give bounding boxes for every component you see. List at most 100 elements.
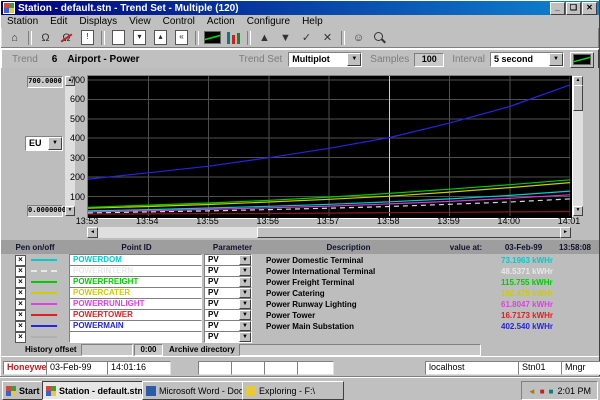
menu-edit[interactable]: Edit: [44, 16, 73, 27]
lower-icon[interactable]: ▼: [276, 30, 295, 46]
chevron-down-icon[interactable]: ▼: [239, 266, 251, 276]
page-down-icon[interactable]: ▾: [130, 30, 149, 46]
x-tick-label: 13:56: [251, 216, 285, 226]
menu-configure[interactable]: Configure: [241, 16, 296, 27]
point-id-field[interactable]: [69, 331, 202, 343]
y-tick-label: 600: [63, 94, 85, 104]
app-icon: [3, 2, 15, 14]
chevron-down-icon[interactable]: ▼: [239, 310, 251, 320]
station-tray-icon[interactable]: ■: [549, 387, 554, 396]
pen-checkbox[interactable]: ×: [15, 321, 26, 332]
archive-directory-label: Archive directory: [169, 345, 235, 354]
raise-icon[interactable]: ▲: [255, 30, 274, 46]
scroll-thumb[interactable]: [257, 227, 561, 238]
chevron-down-icon[interactable]: ▼: [239, 299, 251, 309]
pen-checkbox[interactable]: ×: [15, 266, 26, 277]
pen-color-sample: [31, 281, 57, 283]
taskbar-task-2[interactable]: Microsoft Word - Document5: [142, 381, 244, 400]
trend-display-icon[interactable]: [203, 30, 222, 46]
plot-h-scrollbar[interactable]: ◄ ►: [87, 227, 571, 238]
parameter-select[interactable]: PV▼: [204, 331, 252, 343]
chevron-down-icon[interactable]: ▼: [347, 53, 361, 66]
toolbar-separator: [101, 31, 105, 45]
menu-view[interactable]: View: [123, 16, 157, 27]
pen-table-row: ×POWERCATERPV▼Power Catering102.475 kWHr: [1, 287, 599, 298]
scale-max-field[interactable]: 700.0000: [27, 76, 63, 88]
interval-select[interactable]: 5 second ▼: [490, 52, 564, 67]
pen-checkbox[interactable]: ×: [15, 277, 26, 288]
status-time: 14:01:16: [107, 361, 171, 375]
point-description: Power Tower: [261, 311, 491, 320]
taskbar-task-3[interactable]: Exploring - F:\: [242, 381, 344, 400]
close-button[interactable]: ✕: [582, 2, 597, 15]
menu-help[interactable]: Help: [296, 16, 329, 27]
chevron-down-icon[interactable]: ▼: [239, 277, 251, 287]
trend-number: 6: [52, 54, 58, 65]
scroll-down-icon[interactable]: ▼: [65, 206, 75, 216]
status-role: Mngr: [561, 361, 600, 375]
chevron-down-icon[interactable]: ▼: [239, 255, 251, 265]
chevron-down-icon[interactable]: ▼: [549, 53, 563, 66]
volume-icon[interactable]: ◄: [528, 387, 536, 396]
page-up-icon[interactable]: ▴: [151, 30, 170, 46]
chevron-down-icon[interactable]: ▼: [239, 321, 251, 331]
alarm-tray-icon[interactable]: ■: [540, 387, 545, 396]
trend-plot[interactable]: [87, 75, 573, 219]
chevron-down-icon[interactable]: ▼: [239, 288, 251, 298]
y-tick-label: 400: [63, 133, 85, 143]
pen-table-header: Pen on/off Point ID Parameter Descriptio…: [1, 240, 599, 254]
pen-checkbox[interactable]: ×: [15, 288, 26, 299]
menu-action[interactable]: Action: [201, 16, 241, 27]
toolbar: ⌂ ΩΩ! ▾▴« ▲▼✓✕ ☺: [1, 28, 599, 48]
history-offset-value[interactable]: 0:00: [134, 344, 163, 356]
cancel-icon[interactable]: ✕: [318, 30, 337, 46]
menu-displays[interactable]: Displays: [73, 16, 123, 27]
schematic-icon[interactable]: ⌂: [5, 30, 24, 46]
task-icon: [146, 386, 156, 396]
zoom-icon[interactable]: [370, 30, 389, 46]
unit-select[interactable]: EU ▼: [25, 136, 63, 151]
pen-checkbox[interactable]: ×: [15, 299, 26, 310]
scroll-thumb[interactable]: [573, 85, 583, 111]
trend-set-select[interactable]: Multiplot ▼: [288, 52, 362, 67]
accept-icon[interactable]: ✓: [297, 30, 316, 46]
plot-v-scrollbar[interactable]: ▲ ▼: [573, 76, 583, 216]
scale-min-field[interactable]: 0.0000000: [27, 205, 63, 217]
menu-control[interactable]: Control: [157, 16, 201, 27]
maximize-button[interactable]: ❑: [566, 2, 581, 15]
title-bar[interactable]: Station - default.stn - Trend Set - Mult…: [1, 1, 599, 15]
chevron-down-icon[interactable]: ▼: [239, 332, 251, 342]
alarm-summary-icon[interactable]: !: [78, 30, 97, 46]
point-description: Power Runway Lighting: [261, 300, 491, 309]
page-repeat-icon[interactable]: «: [172, 30, 191, 46]
menu-station[interactable]: Station: [1, 16, 44, 27]
archive-directory-field[interactable]: [239, 344, 481, 356]
silence-alarm-icon[interactable]: Ω: [57, 30, 76, 46]
taskbar-task-1[interactable]: Station - default.stn -...: [42, 381, 144, 400]
scroll-right-icon[interactable]: ►: [560, 227, 571, 238]
col-description: Description: [261, 243, 436, 252]
trend-quick-button[interactable]: [570, 52, 594, 68]
point-description: Power International Terminal: [261, 267, 491, 276]
group-display-icon[interactable]: [224, 30, 243, 46]
chevron-down-icon[interactable]: ▼: [48, 137, 62, 150]
pen-table-row: × PV▼: [1, 331, 599, 342]
pen-color-sample: [31, 270, 57, 272]
pen-table-row: ×POWERTOWERPV▼Power Tower16.7173 kWHr: [1, 309, 599, 320]
y-tick-label: 100: [63, 192, 85, 202]
start-button[interactable]: Start: [2, 381, 46, 400]
blank-page-icon[interactable]: [109, 30, 128, 46]
alarm-page-icon[interactable]: Ω: [36, 30, 55, 46]
minimize-button[interactable]: _: [550, 2, 565, 15]
toolbar-separator: [341, 31, 345, 45]
x-tick-label: 14:00: [492, 216, 526, 226]
pen-checkbox[interactable]: ×: [15, 332, 26, 343]
window-title: Station - default.stn - Trend Set - Mult…: [18, 3, 549, 14]
detail-display-icon[interactable]: ☺: [349, 30, 368, 46]
pen-checkbox[interactable]: ×: [15, 255, 26, 266]
scroll-down-icon[interactable]: ▼: [573, 206, 583, 216]
history-offset-field[interactable]: [81, 344, 133, 356]
samples-field[interactable]: 100: [414, 53, 444, 67]
pen-checkbox[interactable]: ×: [15, 310, 26, 321]
scroll-left-icon[interactable]: ◄: [87, 227, 98, 238]
